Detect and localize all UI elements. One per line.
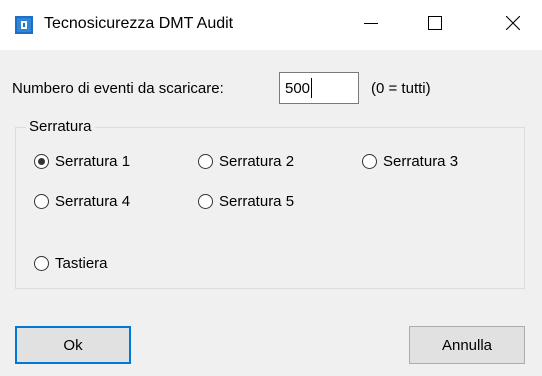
radio-label: Serratura 2 (219, 153, 295, 170)
radio-label: Serratura 4 (55, 193, 131, 210)
maximize-button[interactable] (406, 0, 464, 50)
radio-unchecked-icon (34, 194, 49, 209)
events-count-label: Numbero di eventi da scaricare: (12, 80, 224, 97)
radio-label: Tastiera (55, 255, 108, 272)
radio-unchecked-icon (362, 154, 377, 169)
radio-serratura-3[interactable]: Serratura 3 (362, 153, 458, 170)
close-button[interactable] (484, 0, 542, 50)
text-caret (311, 78, 312, 98)
minimize-icon (364, 16, 378, 34)
window-title: Tecnosicurezza DMT Audit (44, 15, 234, 32)
radio-unchecked-icon (198, 154, 213, 169)
close-icon (505, 15, 521, 34)
radio-unchecked-icon (198, 194, 213, 209)
radio-serratura-2[interactable]: Serratura 2 (198, 153, 294, 170)
radio-label: Serratura 1 (55, 153, 131, 170)
radio-label: Serratura 3 (383, 153, 459, 170)
cancel-button[interactable]: Annulla (409, 326, 525, 364)
title-bar[interactable]: Tecnosicurezza DMT Audit (0, 0, 542, 50)
radio-unchecked-icon (34, 256, 49, 271)
radio-serratura-4[interactable]: Serratura 4 (34, 193, 130, 210)
groupbox-legend: Serratura (26, 118, 95, 135)
radio-label: Serratura 5 (219, 193, 295, 210)
events-count-hint: (0 = tutti) (371, 80, 431, 97)
radio-checked-icon (34, 154, 49, 169)
minimize-button[interactable] (342, 0, 400, 50)
events-count-input[interactable] (279, 72, 359, 104)
radio-serratura-1[interactable]: Serratura 1 (34, 153, 130, 170)
ok-button[interactable]: Ok (15, 326, 131, 364)
radio-tastiera[interactable]: Tastiera (34, 255, 108, 272)
maximize-icon (428, 16, 442, 34)
radio-serratura-5[interactable]: Serratura 5 (198, 193, 294, 210)
app-icon (15, 16, 33, 34)
dialog-window: Tecnosicurezza DMT Audit Numbero di even… (0, 0, 542, 376)
